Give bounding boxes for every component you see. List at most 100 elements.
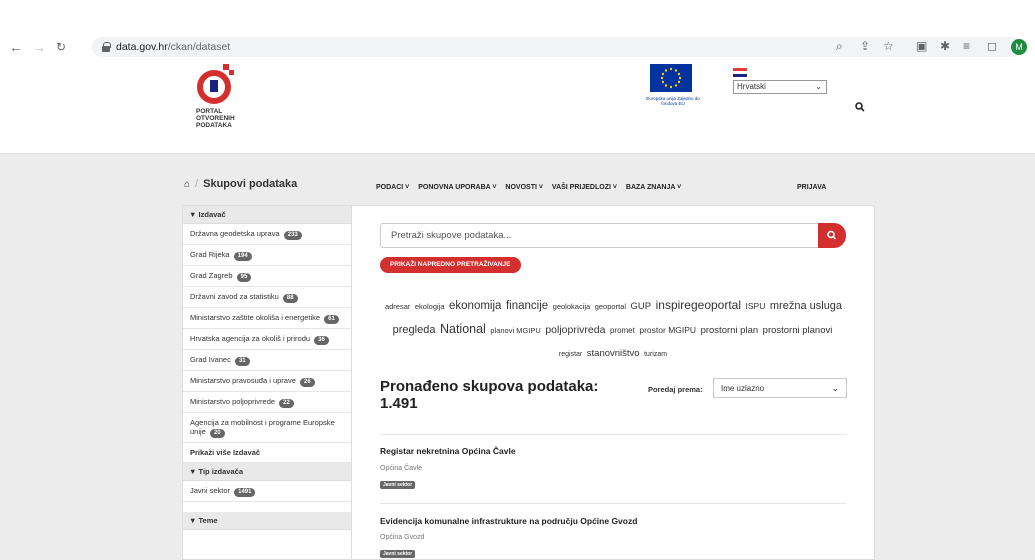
tag-link[interactable]: inspiregeoportal: [656, 298, 741, 312]
tag-link[interactable]: promet: [610, 326, 635, 335]
filter-icon: ▼: [189, 516, 197, 525]
breadcrumb-current[interactable]: Skupovi podataka: [203, 178, 297, 190]
show-more-publishers[interactable]: Prikaži više Izdavač: [183, 443, 351, 463]
tag-link[interactable]: prostorni planovi: [763, 325, 833, 336]
tag-link[interactable]: ekologija: [415, 302, 445, 311]
logo-text: PORTAL OTVORENIH PODATAKA: [196, 108, 235, 129]
facet-item[interactable]: Javni sektor 1491: [183, 481, 351, 502]
dataset-title[interactable]: Registar nekretnina Općina Čavle: [380, 446, 516, 456]
croatian-flag-icon: [733, 68, 747, 77]
chevron-down-icon: ⌄: [815, 82, 822, 91]
count-badge: 26: [299, 378, 315, 387]
tag-link[interactable]: registar: [559, 351, 582, 358]
dataset-tag[interactable]: Javni sektor: [380, 481, 416, 489]
facet-item[interactable]: Grad Zagreb 95: [183, 266, 351, 287]
divider: [380, 503, 846, 504]
facet-heading-themes: ▼ Teme: [183, 512, 351, 530]
tag-link[interactable]: prostorni plan: [701, 325, 759, 336]
facet-item[interactable]: Ministarstvo poljoprivrede 22: [183, 392, 351, 413]
profile-avatar[interactable]: M: [1011, 39, 1027, 55]
bookmark-star-icon[interactable]: ☆: [883, 39, 894, 53]
count-badge: 194: [233, 252, 252, 261]
count-badge: 20: [209, 429, 225, 438]
zoom-icon[interactable]: ⌕: [836, 39, 843, 53]
tag-link[interactable]: ekonomija: [449, 300, 501, 312]
facet-item[interactable]: Ministarstvo pravosuđa i uprave 26: [183, 371, 351, 392]
tag-link[interactable]: geolokacija: [553, 302, 591, 311]
tag-link[interactable]: poljoprivreda: [545, 324, 605, 336]
site-header: PORTAL OTVORENIH PODATAKA Europska unija…: [0, 58, 1035, 191]
nav-baza-znanja[interactable]: BAZA ZNANJA ˅: [626, 184, 681, 191]
share-icon[interactable]: ⇪: [860, 39, 870, 53]
count-badge: 88: [282, 294, 298, 303]
tag-link[interactable]: financije: [506, 300, 548, 312]
eu-caption: Europska unija Zajedno do fondova EU: [646, 96, 700, 106]
nav-ponovna-uporaba[interactable]: PONOVNA UPORABA ˅: [418, 184, 496, 191]
filter-icon: ▼: [189, 467, 197, 476]
advanced-search-button[interactable]: PRIKAŽI NAPREDNO PRETRAŽIVANJE: [380, 257, 521, 273]
nav-vasi-prijedlozi[interactable]: VAŠI PRIJEDLOZI ˅: [552, 184, 617, 191]
result-count-heading: Pronađeno skupova podataka: 1.491: [380, 378, 599, 412]
count-badge: 233: [283, 231, 302, 240]
lock-icon: [102, 42, 111, 52]
breadcrumb-separator: /: [195, 178, 199, 190]
facet-item[interactable]: Državna geodetska uprava 233: [183, 224, 351, 245]
url-text[interactable]: data.gov.hr/ckan/dataset: [116, 41, 230, 53]
tag-link[interactable]: turizam: [644, 351, 667, 358]
main-navigation: PODACI ˅ PONOVNA UPORABA ˅ NOVOSTI ˅ VAŠ…: [376, 184, 688, 191]
divider: [380, 434, 846, 435]
facet-item[interactable]: Hrvatska agencija za okoliš i prirodu 36: [183, 329, 351, 350]
breadcrumb: ⌂ / Skupovi podataka: [184, 178, 297, 190]
facet-item[interactable]: Grad Rijeka 194: [183, 245, 351, 266]
dataset-title[interactable]: Evidencija komunalne infrastrukture na p…: [380, 516, 637, 526]
puzzle-icon[interactable]: ✱: [940, 39, 950, 53]
tag-link[interactable]: geoportal: [595, 302, 626, 311]
dataset-tag[interactable]: Javni sektor: [380, 550, 416, 558]
count-badge: 61: [324, 315, 339, 324]
nav-novosti[interactable]: NOVOSTI ˅: [505, 184, 543, 191]
count-badge: 22: [279, 399, 294, 408]
facet-heading-publisher: ▼ Izdavač: [183, 206, 351, 224]
count-badge: 31: [234, 357, 250, 366]
tag-link[interactable]: adresar: [385, 302, 410, 311]
count-badge: 36: [314, 336, 329, 345]
home-icon[interactable]: ⌂: [184, 179, 190, 190]
sort-select[interactable]: Ime uzlazno ⌄: [713, 378, 847, 398]
tag-link[interactable]: ISPU: [746, 301, 766, 311]
forward-arrow-icon[interactable]: →: [32, 40, 46, 54]
dataset-search-input[interactable]: Pretraži skupove podataka...: [380, 223, 820, 248]
side-panel-icon[interactable]: ◻: [987, 39, 997, 53]
chevron-down-icon: ⌄: [831, 383, 839, 393]
count-badge: 1491: [234, 488, 256, 497]
result-count: 1.491: [380, 395, 418, 412]
language-select[interactable]: Hrvatski ⌄: [733, 80, 827, 94]
dataset-org: Općina Čavle: [380, 465, 423, 472]
tag-link[interactable]: planovi MGIPU: [490, 326, 540, 335]
facet-item[interactable]: Grad Ivanec 31: [183, 350, 351, 371]
search-button[interactable]: [818, 223, 846, 248]
results-panel: Pretraži skupove podataka... PRIKAŽI NAP…: [352, 205, 875, 560]
facet-sidebar: ▼ Izdavač Državna geodetska uprava 233 G…: [182, 205, 352, 560]
extension-icon[interactable]: ▣: [916, 39, 927, 53]
back-arrow-icon[interactable]: ←: [9, 40, 23, 54]
browser-chrome: ← → ↻ data.gov.hr/ckan/dataset ⌕ ⇪ ☆ ▣ ✱…: [0, 0, 1035, 58]
tag-link[interactable]: National: [440, 322, 486, 336]
tag-cloud: adresar ekologija ekonomija financije ge…: [380, 294, 846, 366]
search-icon[interactable]: [855, 102, 865, 112]
portal-logo-icon[interactable]: [196, 62, 236, 106]
tag-link[interactable]: GUP: [631, 301, 652, 312]
facet-heading-publisher-type: ▼ Tip izdavača: [183, 463, 351, 481]
facet-item[interactable]: Agencija za mobilnost i programe Europsk…: [183, 413, 351, 443]
login-link[interactable]: PRIJAVA: [797, 184, 826, 191]
filter-icon: ▼: [189, 210, 197, 219]
nav-podaci[interactable]: PODACI ˅: [376, 184, 409, 191]
tag-link[interactable]: prostor MGIPU: [639, 325, 696, 335]
facet-item[interactable]: Državni zavod za statistiku 88: [183, 287, 351, 308]
count-badge: 95: [236, 273, 252, 282]
sort-label: Poredaj prema:: [648, 385, 703, 394]
eu-flag-icon: [650, 64, 692, 92]
tag-link[interactable]: stanovništvo: [587, 348, 640, 359]
reload-icon[interactable]: ↻: [56, 41, 66, 53]
facet-item[interactable]: Ministarstvo zaštite okoliša i energetik…: [183, 308, 351, 329]
reading-list-icon[interactable]: ≡: [963, 39, 970, 53]
